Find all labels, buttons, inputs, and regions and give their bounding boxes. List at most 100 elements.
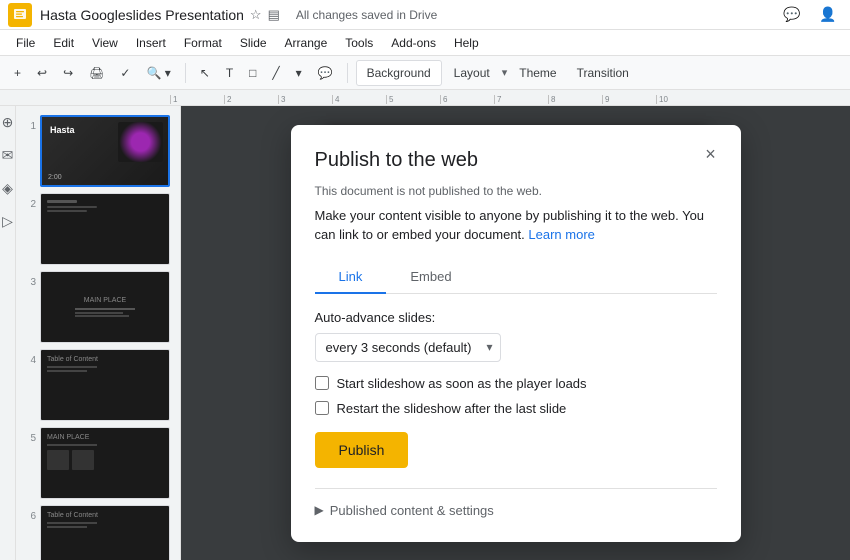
dialog-divider [315, 488, 717, 489]
toolbar-line[interactable]: ╱ [266, 60, 285, 86]
published-content-settings[interactable]: ▶ Published content & settings [315, 503, 717, 518]
slide-item-3[interactable]: 3 MAIN PLACE [16, 268, 180, 346]
account-icon[interactable]: 👤 [814, 1, 842, 29]
learn-more-link[interactable]: Learn more [528, 227, 594, 242]
auto-advance-select[interactable]: every 3 seconds (default) every 5 second… [315, 333, 501, 362]
menu-file[interactable]: File [8, 34, 43, 52]
ruler-ticks: 1 2 3 4 5 6 7 8 9 10 [170, 95, 710, 105]
tab-link[interactable]: Link [315, 261, 387, 294]
menu-edit[interactable]: Edit [45, 34, 82, 52]
start-slideshow-checkbox[interactable] [315, 376, 329, 390]
checkbox-row-1: Start slideshow as soon as the player lo… [315, 376, 717, 391]
save-status: All changes saved in Drive [296, 8, 437, 22]
ruler-tick: 9 [602, 95, 656, 104]
canvas-area: × Publish to the web This document is no… [181, 106, 850, 560]
slide-thumb-5: MAIN PLACE [40, 427, 170, 499]
slide-thumb-2 [40, 193, 170, 265]
slide-item-1[interactable]: 1 2:00 [16, 112, 180, 190]
left-icons-panel: ⊕ ✉ ◈ ▷ [0, 106, 16, 560]
toolbar-textbox[interactable]: T [220, 60, 239, 86]
toolbar-print[interactable]: 🖨 [83, 60, 110, 86]
chevron-right-icon: ▶ [315, 503, 324, 517]
title-area: Hasta Googleslides Presentation ☆ ▤ [40, 7, 280, 23]
toolbar-shape[interactable]: □ [243, 60, 262, 86]
dialog-status: This document is not published to the we… [315, 184, 717, 198]
start-slideshow-label: Start slideshow as soon as the player lo… [337, 376, 587, 391]
toolbar-sep1 [185, 63, 186, 83]
animations-left-icon[interactable]: ▷ [2, 213, 13, 230]
restart-slideshow-checkbox[interactable] [315, 401, 329, 415]
menu-slide[interactable]: Slide [232, 34, 275, 52]
slide-thumb-3: MAIN PLACE [40, 271, 170, 343]
menu-format[interactable]: Format [176, 34, 230, 52]
menu-view[interactable]: View [84, 34, 126, 52]
checkbox-row-2: Restart the slideshow after the last sli… [315, 401, 717, 416]
slide-number-5: 5 [22, 433, 36, 444]
slide-item-6[interactable]: 6 Table of Content [16, 502, 180, 560]
dialog-overlay: × Publish to the web This document is no… [181, 106, 850, 560]
ruler-tick: 3 [278, 95, 332, 104]
top-right-icons: 💬 👤 [778, 1, 842, 29]
menu-help[interactable]: Help [446, 34, 487, 52]
select-wrapper: every 3 seconds (default) every 5 second… [315, 333, 501, 362]
toolbar-spellcheck[interactable]: ✓ [114, 60, 136, 86]
ruler-tick: 1 [170, 95, 224, 104]
app-logo [8, 3, 32, 27]
top-bar: Hasta Googleslides Presentation ☆ ▤ All … [0, 0, 850, 30]
toolbar: + ↩ ↪ 🖨 ✓ 🔍 ▾ ↖ T □ ╱ ▾ 💬 Background Lay… [0, 56, 850, 90]
toolbar-cursor[interactable]: ↖ [194, 60, 216, 86]
slide-number-3: 3 [22, 277, 36, 288]
toolbar-comments[interactable]: 💬 [312, 60, 339, 86]
toolbar-sep2 [347, 63, 348, 83]
toolbar-insert-dropdown[interactable]: ▾ [290, 60, 308, 86]
ruler: 1 2 3 4 5 6 7 8 9 10 [0, 90, 850, 106]
auto-advance-label: Auto-advance slides: [315, 310, 717, 325]
ruler-tick: 6 [440, 95, 494, 104]
slide-panel: 1 2:00 2 3 MAIN PLACE [16, 106, 181, 560]
ruler-tick: 10 [656, 95, 710, 104]
chat-icon[interactable]: 💬 [778, 1, 806, 29]
doc-title[interactable]: Hasta Googleslides Presentation [40, 7, 244, 23]
publish-dialog: × Publish to the web This document is no… [291, 125, 741, 542]
shapes-left-icon[interactable]: ◈ [2, 180, 13, 197]
tab-embed[interactable]: Embed [386, 261, 475, 294]
slide-thumb-6: Table of Content [40, 505, 170, 560]
publish-button[interactable]: Publish [315, 432, 409, 468]
toolbar-undo[interactable]: ↩ [31, 60, 53, 86]
folder-icon[interactable]: ▤ [268, 7, 280, 23]
star-icon[interactable]: ☆ [250, 7, 262, 23]
menu-tools[interactable]: Tools [337, 34, 381, 52]
transition-button[interactable]: Transition [569, 60, 637, 86]
toolbar-add[interactable]: + [8, 60, 27, 86]
slide-item-4[interactable]: 4 Table of Content [16, 346, 180, 424]
slide-number-4: 4 [22, 355, 36, 366]
dialog-close-button[interactable]: × [697, 141, 725, 169]
slide-item-5[interactable]: 5 MAIN PLACE [16, 424, 180, 502]
slide-item-2[interactable]: 2 [16, 190, 180, 268]
search-left-icon[interactable]: ⊕ [2, 114, 14, 131]
toolbar-zoom[interactable]: 🔍 ▾ [140, 60, 176, 86]
theme-button[interactable]: Theme [511, 60, 564, 86]
ruler-tick: 5 [386, 95, 440, 104]
ruler-tick: 8 [548, 95, 602, 104]
slide-thumb-4: Table of Content [40, 349, 170, 421]
slide-number-6: 6 [22, 511, 36, 522]
menu-addons[interactable]: Add-ons [383, 34, 444, 52]
dialog-tabs: Link Embed [315, 261, 717, 294]
comments-left-icon[interactable]: ✉ [2, 147, 14, 164]
toolbar-redo[interactable]: ↪ [57, 60, 79, 86]
published-settings-label: Published content & settings [330, 503, 494, 518]
restart-slideshow-label: Restart the slideshow after the last sli… [337, 401, 567, 416]
slide-thumb-1: 2:00 [40, 115, 170, 187]
menu-bar: File Edit View Insert Format Slide Arran… [0, 30, 850, 56]
dialog-title: Publish to the web [315, 149, 717, 172]
main-area: ⊕ ✉ ◈ ▷ 1 2:00 2 3 [0, 106, 850, 560]
ruler-tick: 4 [332, 95, 386, 104]
layout-button[interactable]: Layout [446, 60, 498, 86]
menu-insert[interactable]: Insert [128, 34, 174, 52]
slide-thumb-img [118, 122, 163, 162]
ruler-tick: 2 [224, 95, 278, 104]
menu-arrange[interactable]: Arrange [277, 34, 336, 52]
slide-number-2: 2 [22, 199, 36, 210]
background-button[interactable]: Background [356, 60, 442, 86]
